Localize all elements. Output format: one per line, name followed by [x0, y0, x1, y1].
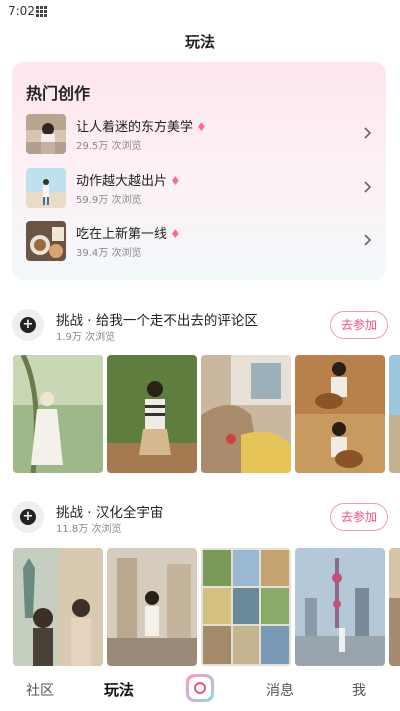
join-button[interactable]: 去参加 — [330, 503, 388, 531]
hot-creations-title: 热门创作 — [26, 84, 91, 103]
chevron-right-icon — [364, 234, 372, 246]
page-title: 玩法 — [184, 33, 215, 51]
bottom-tab-bar: 社区 玩法 消息 我 — [0, 666, 400, 711]
tab-messages[interactable]: 消息 — [266, 680, 294, 700]
challenge-title[interactable]: 挑战 · 汉化全宇宙 — [56, 501, 163, 521]
hot-item-views: 59.9万 次浏览 — [76, 195, 142, 206]
hot-item-thumbnail — [26, 168, 66, 208]
hot-item-views: 39.4万 次浏览 — [76, 248, 142, 259]
create-camera-button[interactable] — [186, 674, 214, 702]
join-button[interactable]: 去参加 — [330, 311, 388, 339]
hot-item-views: 29.5万 次浏览 — [76, 141, 142, 152]
chevron-right-icon — [364, 181, 372, 193]
challenge-photo[interactable] — [389, 548, 400, 666]
challenge-title[interactable]: 挑战 · 给我一个走不出去的评论区 — [56, 309, 258, 329]
flame-icon: ♦ — [170, 227, 181, 241]
flame-icon: ♦ — [170, 174, 181, 188]
challenge-photo[interactable] — [13, 548, 103, 666]
challenge-photo[interactable] — [107, 548, 197, 666]
status-bar: 7:02 — [0, 0, 400, 24]
plus-icon: + — [20, 317, 36, 333]
challenge-icon: + — [12, 501, 44, 533]
plus-icon: + — [20, 509, 36, 525]
challenge-photo[interactable] — [201, 548, 291, 666]
challenge-views: 11.8万 次浏览 — [56, 524, 122, 535]
top-bar: 玩法 — [0, 26, 400, 54]
challenge-photo-strip[interactable] — [13, 355, 400, 475]
challenge-header: + 挑战 · 给我一个走不出去的评论区 1.9万 次浏览 去参加 — [12, 305, 388, 345]
hot-item[interactable]: 让人着迷的东方美学 ♦ 29.5万 次浏览 — [26, 114, 372, 156]
tab-me[interactable]: 我 — [352, 680, 366, 700]
flame-icon: ♦ — [196, 120, 207, 134]
tab-community[interactable]: 社区 — [26, 680, 54, 700]
challenge-views: 1.9万 次浏览 — [56, 332, 116, 343]
challenge-photo[interactable] — [295, 355, 385, 473]
hot-item-name: 动作越大越出片 ♦ — [76, 174, 181, 189]
challenge-photo[interactable] — [389, 355, 400, 473]
challenge-header: + 挑战 · 汉化全宇宙 11.8万 次浏览 去参加 — [12, 497, 388, 537]
hot-item[interactable]: 动作越大越出片 ♦ 59.9万 次浏览 — [26, 168, 372, 210]
challenge-icon: + — [12, 309, 44, 341]
status-time: 7:02 — [8, 4, 35, 18]
chevron-right-icon — [364, 127, 372, 139]
app-grid-icon — [36, 6, 48, 18]
challenge-photo[interactable] — [13, 355, 103, 473]
hot-item-name: 让人着迷的东方美学 ♦ — [76, 120, 207, 135]
challenge-photo[interactable] — [295, 548, 385, 666]
challenge-photo[interactable] — [107, 355, 197, 473]
challenge-photo-strip[interactable] — [13, 548, 400, 668]
hot-item-thumbnail — [26, 221, 66, 261]
hot-item-name: 吃在上新第一线 ♦ — [76, 227, 181, 242]
tab-play[interactable]: 玩法 — [104, 679, 134, 700]
hot-creations-card: 热门创作 让人着迷的东方美学 ♦ 29.5万 次浏览 动作越大越出片 ♦ 59.9万… — [12, 62, 386, 280]
hot-item[interactable]: 吃在上新第一线 ♦ 39.4万 次浏览 — [26, 221, 372, 263]
challenge-photo[interactable] — [201, 355, 291, 473]
hot-item-thumbnail — [26, 114, 66, 154]
camera-icon — [189, 677, 211, 699]
